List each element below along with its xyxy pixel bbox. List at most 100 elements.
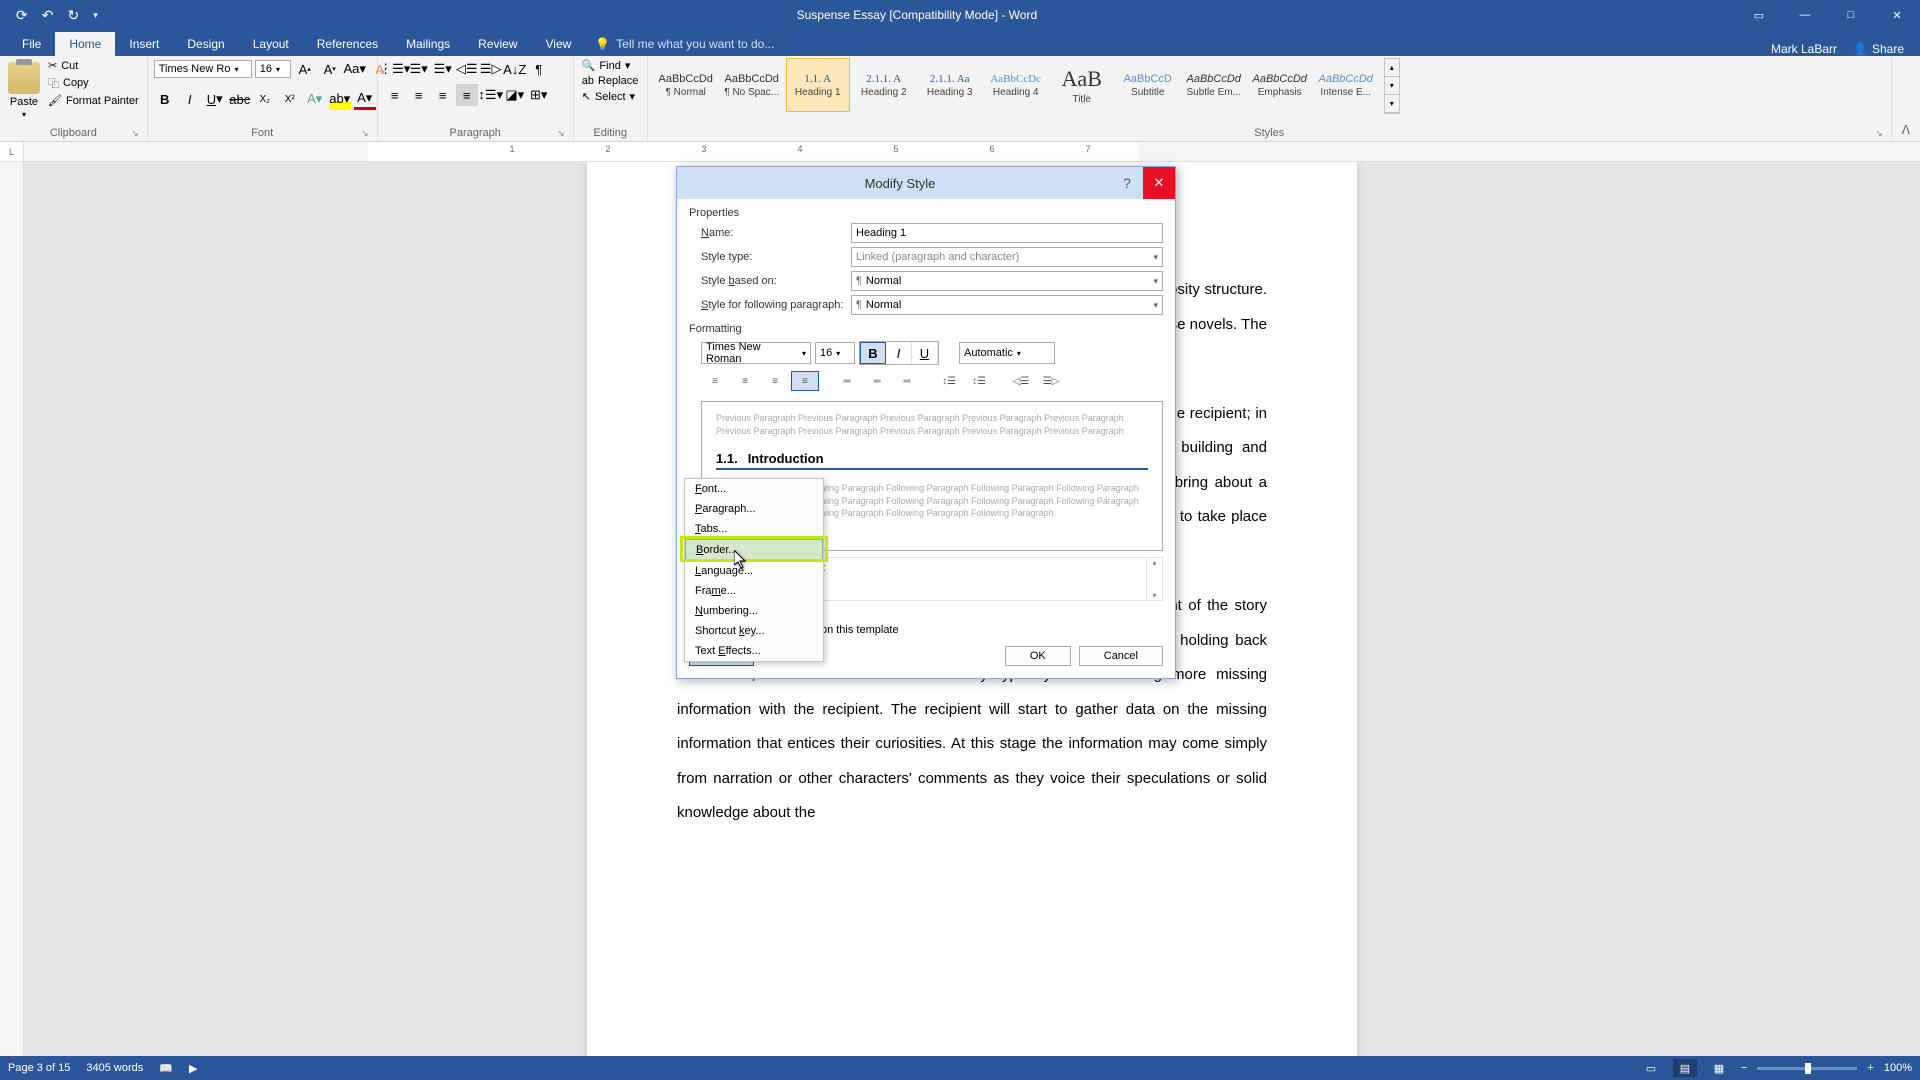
scroll-up-icon[interactable]: ▴ <box>1385 59 1399 77</box>
page-indicator[interactable]: Page 3 of 15 <box>8 1062 70 1074</box>
tab-insert[interactable]: Insert <box>115 32 173 56</box>
align-right-icon[interactable]: ≡ <box>432 84 454 106</box>
align-left-icon[interactable]: ≡ <box>384 84 406 106</box>
show-marks-icon[interactable]: ¶ <box>528 58 550 80</box>
tab-design[interactable]: Design <box>173 32 238 56</box>
decrease-indent-icon[interactable]: ◁☰ <box>1007 371 1035 391</box>
word-count[interactable]: 3405 words <box>86 1062 143 1074</box>
align-center-icon[interactable]: ≡ <box>731 371 759 391</box>
font-size-combo[interactable]: 16▾ <box>255 60 291 78</box>
ok-button[interactable]: OK <box>1005 646 1071 666</box>
single-space-icon[interactable]: ═ <box>833 371 861 391</box>
menu-language[interactable]: Language... <box>685 561 823 581</box>
font-name-combo[interactable]: Times New Ro▾ <box>154 60 252 78</box>
style-name-input[interactable] <box>851 223 1163 243</box>
font-name-combo[interactable]: Times New Roman▾ <box>701 342 811 364</box>
vertical-ruler[interactable] <box>0 162 24 1056</box>
numbering-icon[interactable]: ☰▾ <box>408 58 430 80</box>
sort-icon[interactable]: A↓Z <box>504 58 526 80</box>
shading-icon[interactable]: ◪▾ <box>504 84 526 106</box>
close-icon[interactable]: ✕ <box>1874 0 1920 30</box>
highlight-icon[interactable]: ab▾ <box>329 88 351 110</box>
style-item-heading-2[interactable]: 2.1.1. AHeading 2 <box>852 58 916 112</box>
launcher-icon[interactable]: ↘ <box>131 128 139 139</box>
following-dropdown[interactable]: ¶Normal <box>851 295 1163 315</box>
menu-paragraph[interactable]: Paragraph... <box>685 499 823 519</box>
close-icon[interactable]: ✕ <box>1143 167 1175 199</box>
menu-numbering[interactable]: Numbering... <box>685 601 823 621</box>
expand-gallery-icon[interactable]: ▾ <box>1385 95 1399 113</box>
redo-icon[interactable]: ↻ <box>67 7 79 24</box>
style-item-title[interactable]: AaBTitle <box>1050 58 1114 112</box>
increase-indent-icon[interactable]: ☰▷ <box>1037 371 1065 391</box>
based-on-dropdown[interactable]: ¶Normal <box>851 271 1163 291</box>
launcher-icon[interactable]: ↘ <box>361 128 369 139</box>
print-layout-icon[interactable]: ▤ <box>1673 1059 1697 1077</box>
paste-button[interactable]: Paste ▾ <box>6 58 42 123</box>
desc-scrollbar[interactable]: ▴▾ <box>1146 558 1162 600</box>
style-item-emphasis[interactable]: AaBbCcDdEmphasis <box>1248 58 1312 112</box>
style-item---no-spac---[interactable]: AaBbCcDd¶ No Spac... <box>720 58 784 112</box>
line-spacing-icon[interactable]: ↕☰▾ <box>480 84 502 106</box>
font-color-icon[interactable]: A▾ <box>354 88 376 110</box>
style-item---normal[interactable]: AaBbCcDd¶ Normal <box>654 58 718 112</box>
font-color-combo[interactable]: Automatic▾ <box>959 342 1055 364</box>
style-item-subtle-em---[interactable]: AaBbCcDdSubtle Em... <box>1182 58 1246 112</box>
share-button[interactable]: 👤 Share <box>1853 42 1904 56</box>
menu-border[interactable]: Border... <box>685 539 823 561</box>
horizontal-ruler[interactable]: 1234567 <box>24 142 1920 161</box>
scroll-down-icon[interactable]: ▾ <box>1385 77 1399 95</box>
read-mode-icon[interactable]: ▭ <box>1639 1059 1663 1077</box>
cancel-button[interactable]: Cancel <box>1079 646 1163 666</box>
bold-button[interactable]: B <box>860 342 886 364</box>
tab-references[interactable]: References <box>303 32 392 56</box>
style-item-heading-3[interactable]: 2.1.1. AaHeading 3 <box>918 58 982 112</box>
launcher-icon[interactable]: ↘ <box>1875 128 1883 139</box>
ribbon-display-icon[interactable]: ▭ <box>1736 0 1782 30</box>
zoom-out-icon[interactable]: − <box>1741 1062 1747 1074</box>
grow-font-icon[interactable]: A▴ <box>294 58 316 80</box>
replace-button[interactable]: abReplace <box>580 74 641 88</box>
multilevel-icon[interactable]: ☰▾ <box>432 58 454 80</box>
find-button[interactable]: 🔍Find ▾ <box>580 58 641 73</box>
style-item-heading-1[interactable]: 1.1. AHeading 1 <box>786 58 850 112</box>
align-right-icon[interactable]: ≡ <box>761 371 789 391</box>
style-item-subtitle[interactable]: AaBbCcDSubtitle <box>1116 58 1180 112</box>
align-left-icon[interactable]: ≡ <box>701 371 729 391</box>
macro-icon[interactable]: ▶ <box>189 1062 197 1075</box>
launcher-icon[interactable]: ↘ <box>557 128 565 139</box>
bullets-icon[interactable]: ⋮☰▾ <box>384 58 406 80</box>
double-space-icon[interactable]: ═ <box>893 371 921 391</box>
menu-shortcut[interactable]: Shortcut key... <box>685 621 823 641</box>
underline-button[interactable]: U <box>912 342 938 364</box>
dialog-title-bar[interactable]: Modify Style ? ✕ <box>677 167 1175 199</box>
tab-file[interactable]: File <box>8 32 55 56</box>
menu-font[interactable]: Font... <box>685 479 823 499</box>
borders-icon[interactable]: ⊞▾ <box>528 84 550 106</box>
user-name[interactable]: Mark LaBarr <box>1771 42 1837 56</box>
italic-button[interactable]: I <box>886 342 912 364</box>
decrease-before-icon[interactable]: ↕☰ <box>965 371 993 391</box>
tab-selector[interactable]: L <box>0 142 24 161</box>
tab-view[interactable]: View <box>532 32 586 56</box>
superscript-icon[interactable]: X² <box>279 88 301 110</box>
style-item-intense-e---[interactable]: AaBbCcDdIntense E... <box>1314 58 1378 112</box>
zoom-level[interactable]: 100% <box>1884 1062 1912 1074</box>
collapse-ribbon-icon[interactable]: ᐱ <box>1892 119 1920 141</box>
justify-icon[interactable]: ≡ <box>791 371 819 391</box>
copy-button[interactable]: ⿻Copy <box>46 74 141 92</box>
strikethrough-icon[interactable]: abc <box>229 88 251 110</box>
format-painter-button[interactable]: 🖌Format Painter <box>46 93 141 108</box>
menu-frame[interactable]: Frame... <box>685 581 823 601</box>
underline-icon[interactable]: U▾ <box>204 88 226 110</box>
tab-home[interactable]: Home <box>55 32 115 56</box>
cut-button[interactable]: ✂Cut <box>46 58 141 73</box>
tab-review[interactable]: Review <box>464 32 531 56</box>
increase-indent-icon[interactable]: ☰▷ <box>480 58 502 80</box>
select-button[interactable]: ↖Select ▾ <box>580 89 641 104</box>
minimize-icon[interactable]: — <box>1782 0 1828 30</box>
italic-icon[interactable]: I <box>179 88 201 110</box>
spell-check-icon[interactable]: 📖 <box>159 1062 173 1075</box>
align-center-icon[interactable]: ≡ <box>408 84 430 106</box>
shrink-font-icon[interactable]: A▾ <box>319 58 341 80</box>
